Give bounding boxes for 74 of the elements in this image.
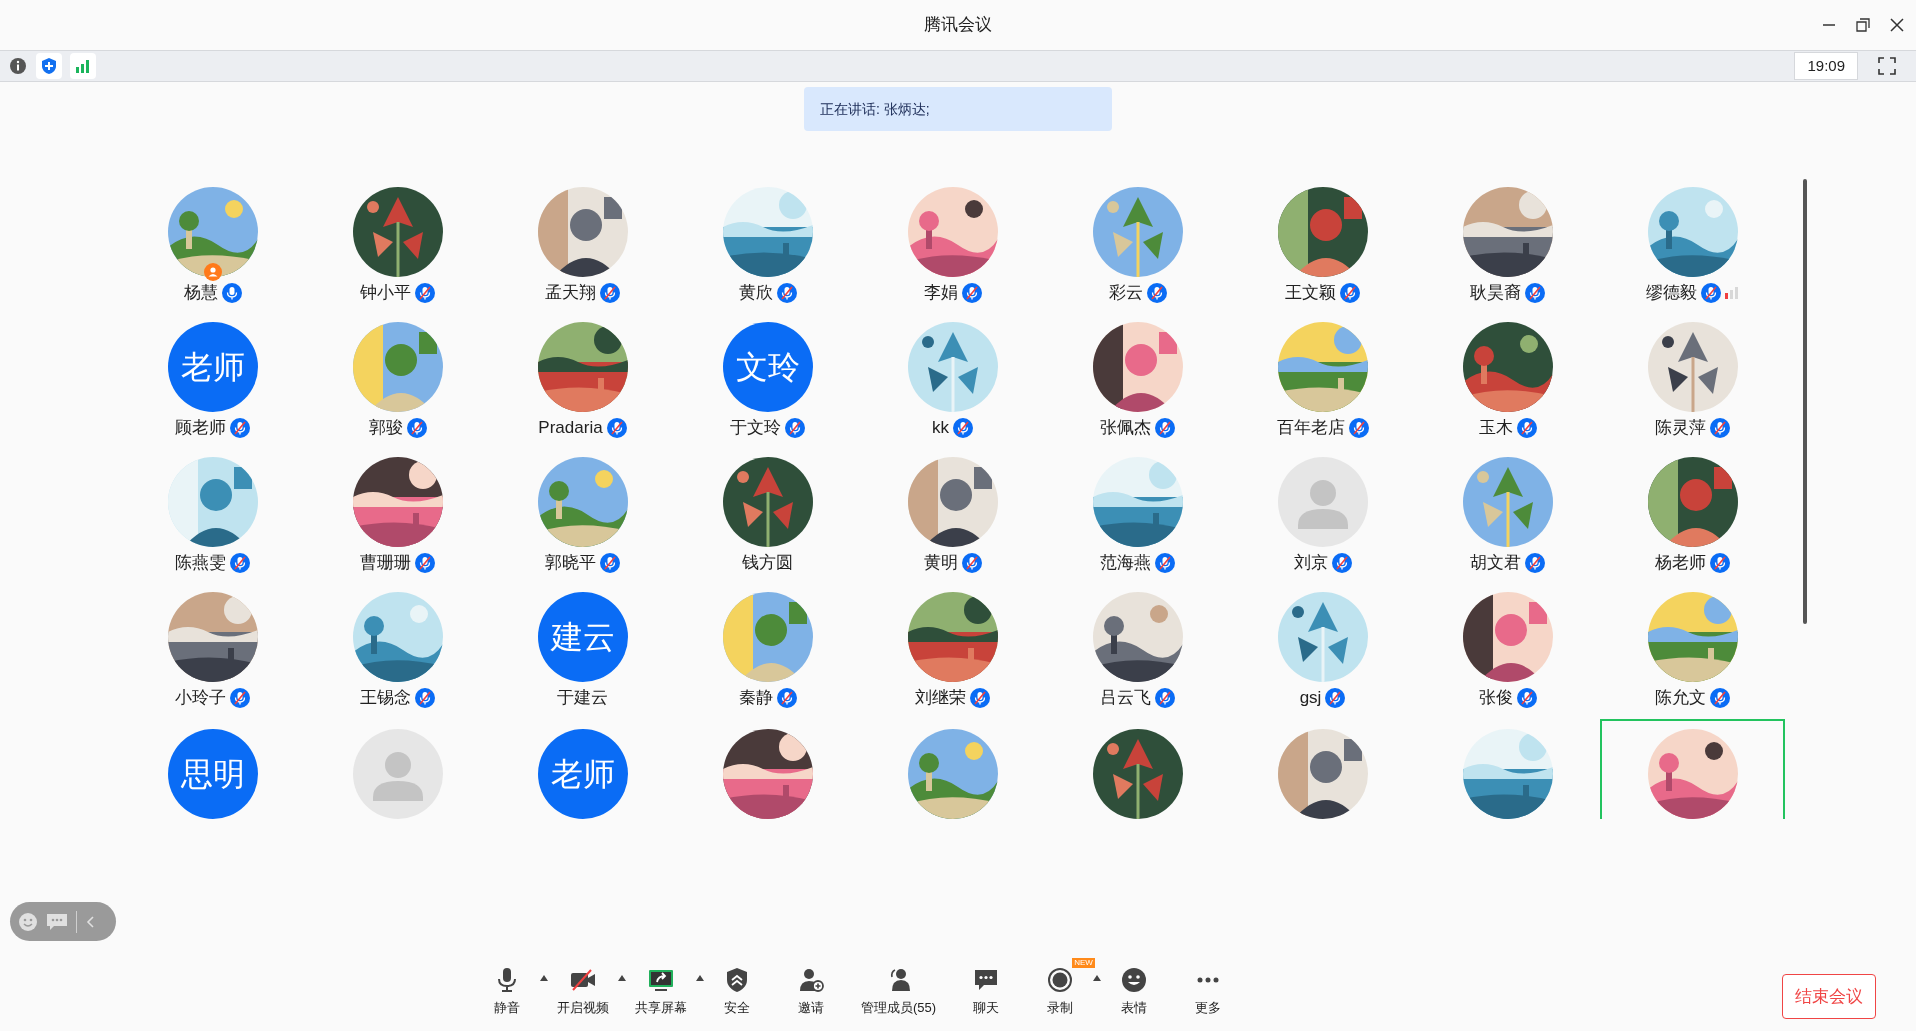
caret-icon[interactable]	[695, 974, 705, 982]
restore-icon[interactable]	[1856, 18, 1870, 32]
toolbar-button[interactable]: 聊天	[954, 966, 1019, 1018]
participant-name: 刘京	[1293, 552, 1328, 575]
toolbar-button[interactable]: 邀请	[779, 966, 843, 1018]
more-icon	[1197, 977, 1220, 983]
participant-name: 黄明	[923, 552, 958, 575]
avatar: 老师	[167, 322, 258, 412]
toolbar-button[interactable]: 静音	[475, 966, 539, 1018]
scrollbar[interactable]	[1803, 179, 1807, 624]
participant-name: 郭晓平	[545, 552, 596, 575]
participant-name: Pradaria	[538, 417, 603, 440]
participant-name: 张佩杰	[1100, 417, 1151, 440]
participant-name: 孟天翔	[545, 282, 596, 305]
avatar: 老师	[537, 729, 628, 819]
caret-icon[interactable]	[539, 974, 549, 982]
smile-icon	[1120, 966, 1149, 994]
end-meeting-button[interactable]: 结束会议	[1782, 974, 1876, 1019]
speaking-banner: 正在讲话: 张炳达;	[804, 87, 1112, 131]
participant-name: 百年老店	[1276, 417, 1345, 440]
participant-name: 玉木	[1478, 417, 1513, 440]
participant-name: 彩云	[1108, 282, 1143, 305]
participant-name: 李娟	[923, 282, 958, 305]
participant-name: 于建云	[557, 687, 608, 710]
participant-name: 秦静	[738, 687, 773, 710]
avatar: 建云	[537, 592, 628, 682]
participant-name: 范海燕	[1100, 552, 1151, 575]
participant-name: 陈灵萍	[1655, 417, 1706, 440]
add-person-icon	[797, 966, 825, 994]
participant-name: 钱方圆	[742, 552, 793, 575]
toolbar-button[interactable]: 表情	[1102, 966, 1167, 1018]
participant-name: 王文颖	[1285, 282, 1336, 305]
toolbar-button[interactable]: 安全	[705, 966, 769, 1018]
close-icon[interactable]	[1890, 18, 1904, 32]
participant-name: 王锡念	[360, 687, 411, 710]
participant-name: 陈燕雯	[175, 552, 226, 575]
participant-name: 钟小平	[360, 282, 411, 305]
participant-name: 耿昊裔	[1470, 282, 1521, 305]
new-badge: NEW	[1072, 958, 1095, 968]
participant-name: 郭骏	[368, 417, 403, 440]
record-icon	[1046, 966, 1075, 994]
participant-name: 于文玲	[730, 417, 781, 440]
participant-name: 陈允文	[1655, 687, 1706, 710]
participant-name: 吕云飞	[1100, 687, 1151, 710]
toolbar-button[interactable]: 管理成员(55)	[853, 966, 945, 1018]
participant-name: kk	[932, 417, 949, 440]
participant-name: 张俊	[1478, 687, 1513, 710]
caret-icon[interactable]	[617, 974, 627, 982]
participant-name: 缪德毅	[1646, 282, 1697, 305]
selected-tile[interactable]	[1600, 719, 1785, 819]
participant-name: 刘继荣	[915, 687, 966, 710]
participant-name: 小玲子	[175, 687, 226, 710]
person-avatar-icon	[352, 729, 443, 819]
participant-name: 杨老师	[1655, 552, 1706, 575]
info-icon[interactable]	[8, 56, 28, 76]
toolbar-button[interactable]: 更多	[1176, 966, 1241, 1018]
participant-name: 杨慧	[183, 282, 218, 305]
clock-time: 19:09	[1794, 51, 1858, 81]
person-avatar-icon	[1277, 457, 1368, 547]
toolbar-button[interactable]: 共享屏幕	[627, 966, 695, 1018]
participant-name: 曹珊珊	[360, 552, 411, 575]
avatar: 思明	[167, 729, 258, 819]
window-title: 腾讯会议	[924, 14, 992, 37]
participant-name: 黄欣	[738, 282, 773, 305]
participant-name: 顾老师	[175, 417, 226, 440]
toolbar-button[interactable]: 开启视频	[549, 966, 617, 1018]
participant-name: 胡文君	[1470, 552, 1521, 575]
toolbar-button[interactable]: 录制	[1028, 966, 1093, 1018]
shield-icon[interactable]	[41, 57, 57, 75]
signal-icon[interactable]	[75, 59, 91, 73]
avatar: 文玲	[722, 322, 813, 412]
participant-name: gsj	[1299, 687, 1322, 710]
fullscreen-icon[interactable]	[1878, 57, 1896, 75]
caret-icon[interactable]	[1092, 974, 1103, 982]
